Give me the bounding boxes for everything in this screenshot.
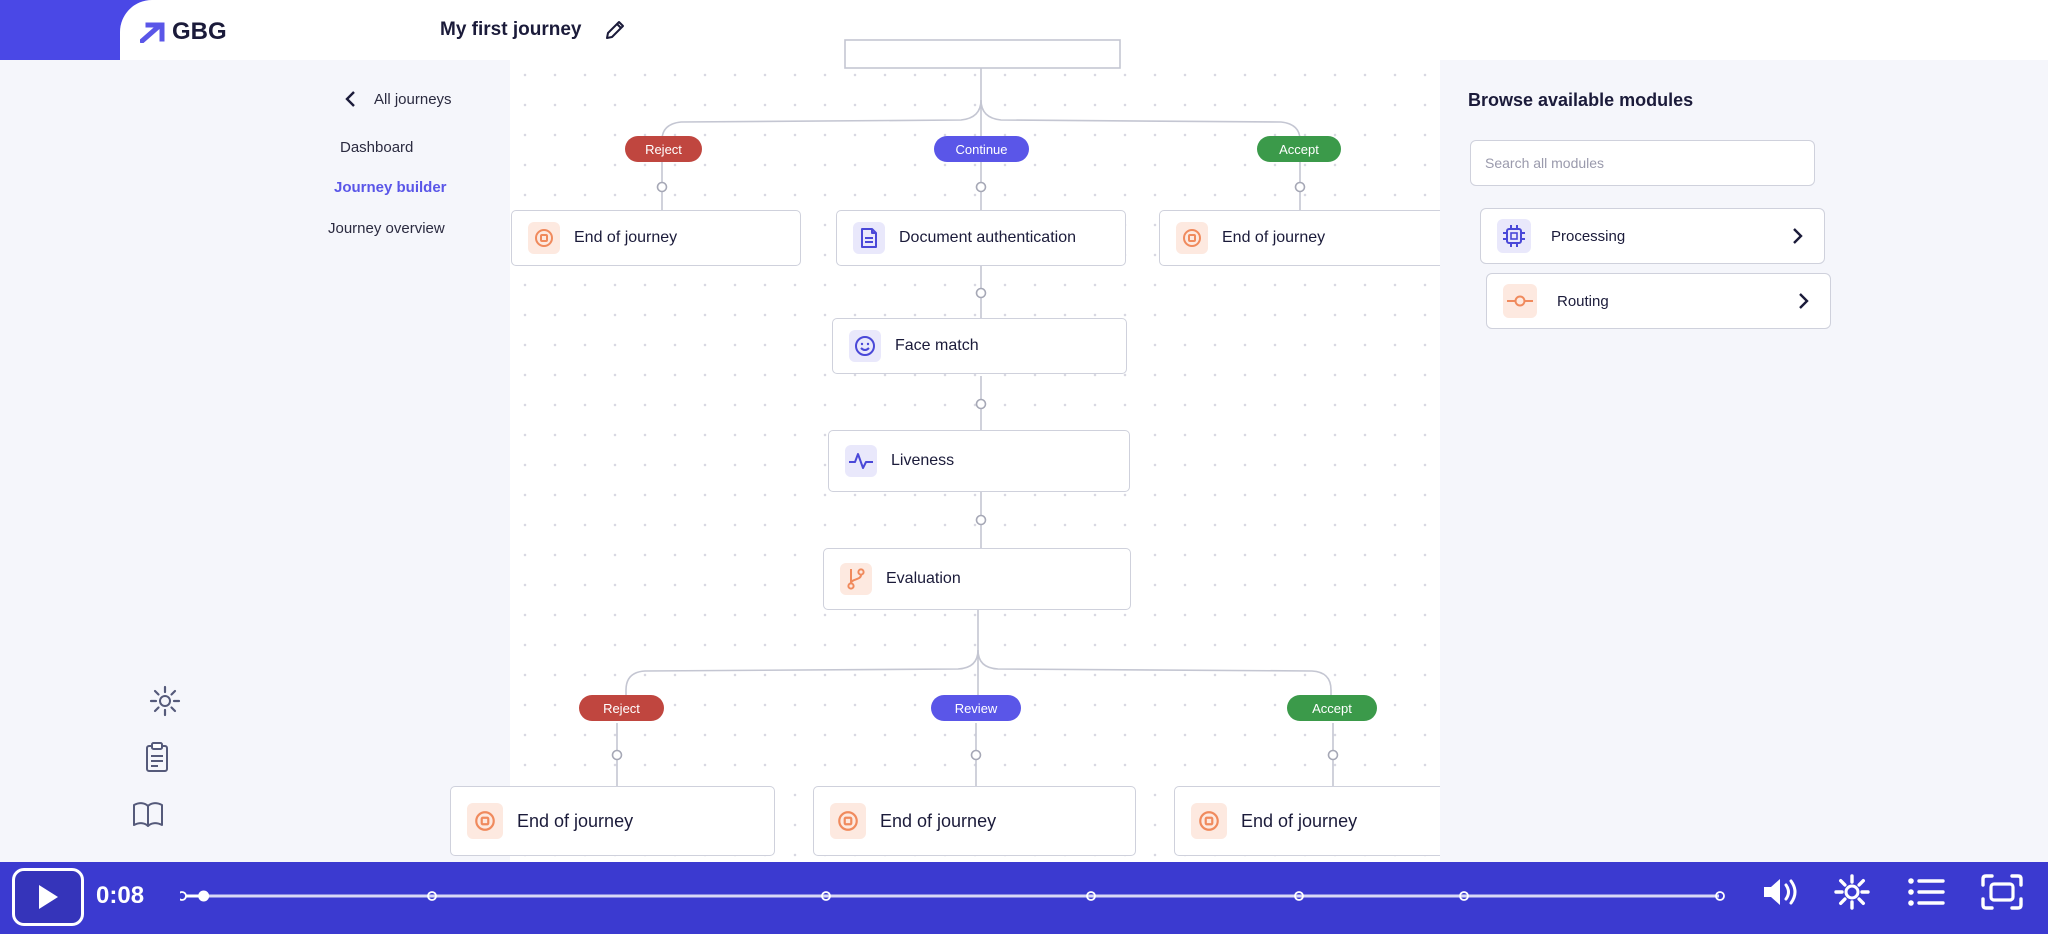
accept-branch-pill[interactable]: Accept bbox=[1287, 695, 1377, 721]
scrubber-handle bbox=[198, 890, 210, 902]
face-match-node[interactable]: Face match bbox=[832, 318, 1127, 374]
brand-logo[interactable]: GBG bbox=[140, 18, 227, 46]
module-search-input[interactable] bbox=[1470, 140, 1815, 186]
nav-journey-overview[interactable]: Journey overview bbox=[328, 220, 445, 237]
end-of-journey-node[interactable]: End of journey bbox=[511, 210, 801, 266]
settings-icon[interactable] bbox=[1829, 872, 1875, 912]
reject-branch-pill[interactable]: Reject bbox=[625, 136, 702, 162]
pulse-icon bbox=[845, 445, 877, 477]
node-label: Evaluation bbox=[886, 570, 961, 587]
chip-icon bbox=[1497, 219, 1531, 253]
end-of-journey-node[interactable]: End of journey bbox=[1159, 210, 1449, 266]
settings-icon[interactable] bbox=[148, 684, 182, 718]
fullscreen-icon[interactable] bbox=[1979, 872, 2025, 912]
journey-title: My first journey bbox=[440, 19, 582, 40]
smiley-face-icon bbox=[849, 330, 881, 362]
node-label: End of journey bbox=[880, 810, 997, 831]
review-branch-pill[interactable]: Review bbox=[931, 695, 1021, 721]
stop-icon bbox=[528, 222, 560, 254]
end-of-journey-node[interactable]: End of journey bbox=[450, 786, 775, 856]
evaluation-node[interactable]: Evaluation bbox=[823, 548, 1131, 610]
journey-header: My first journey bbox=[410, 0, 2048, 60]
stop-icon bbox=[1176, 222, 1208, 254]
modules-panel: Browse available modules Processing Rout… bbox=[1440, 60, 2048, 934]
icon-rail bbox=[0, 60, 200, 934]
clipboard-icon[interactable] bbox=[140, 740, 174, 774]
play-icon bbox=[39, 885, 58, 909]
node-label: Document authentication bbox=[899, 229, 1076, 246]
chevron-right-icon bbox=[1793, 228, 1803, 244]
document-authentication-node[interactable]: Document authentication bbox=[836, 210, 1126, 266]
node-label: Liveness bbox=[891, 452, 955, 469]
document-icon bbox=[853, 222, 885, 254]
back-to-all-journeys[interactable]: All journeys bbox=[344, 90, 452, 108]
stop-icon bbox=[830, 803, 866, 839]
chevron-left-icon bbox=[345, 91, 355, 107]
node-label: End of journey bbox=[1241, 810, 1358, 831]
brand-name: GBG bbox=[172, 18, 227, 45]
nav-journey-builder[interactable]: Journey builder bbox=[334, 179, 447, 196]
play-button[interactable] bbox=[12, 868, 84, 926]
pencil-icon[interactable] bbox=[603, 18, 627, 42]
book-icon[interactable] bbox=[131, 797, 165, 831]
stop-icon bbox=[1191, 803, 1227, 839]
gbg-arrow-icon bbox=[140, 22, 165, 43]
accept-branch-pill[interactable]: Accept bbox=[1257, 136, 1341, 162]
end-of-journey-node[interactable]: End of journey bbox=[813, 786, 1136, 856]
route-icon bbox=[1503, 284, 1537, 318]
module-label: Processing bbox=[1551, 227, 1626, 245]
node-label: End of journey bbox=[1222, 229, 1326, 246]
current-time: 0:08 bbox=[96, 882, 145, 909]
chapters-icon[interactable] bbox=[1903, 872, 1949, 912]
git-branch-icon bbox=[840, 563, 872, 595]
nav-dashboard[interactable]: Dashboard bbox=[340, 139, 413, 156]
node-label: Face match bbox=[895, 337, 979, 354]
continue-branch-pill[interactable]: Continue bbox=[934, 136, 1029, 162]
node-label: End of journey bbox=[517, 810, 634, 831]
panel-title: Browse available modules bbox=[1468, 90, 1694, 110]
stop-icon bbox=[467, 803, 503, 839]
back-label: All journeys bbox=[374, 90, 452, 108]
module-label: Routing bbox=[1557, 292, 1609, 310]
module-routing[interactable]: Routing bbox=[1486, 273, 1831, 329]
reject-branch-pill[interactable]: Reject bbox=[579, 695, 664, 721]
node-label: End of journey bbox=[574, 229, 678, 246]
liveness-node[interactable]: Liveness bbox=[828, 430, 1130, 492]
chevron-right-icon bbox=[1799, 293, 1809, 309]
video-scrubber[interactable] bbox=[180, 890, 1725, 902]
volume-icon[interactable] bbox=[1758, 872, 1804, 912]
module-processing[interactable]: Processing bbox=[1480, 208, 1825, 264]
